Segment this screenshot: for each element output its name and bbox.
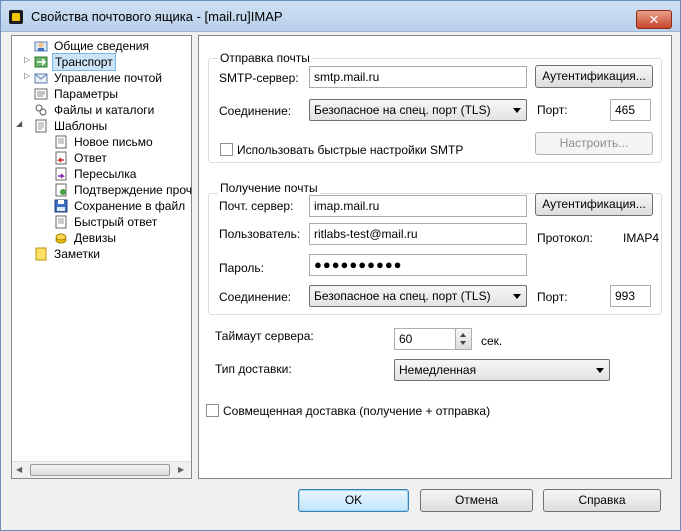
expand-arrow-icon[interactable]: ▷	[24, 72, 32, 80]
timeout-value: 60	[399, 332, 413, 346]
mail-server-input[interactable]: imap.mail.ru	[309, 195, 527, 217]
close-button[interactable]: ✕	[636, 10, 672, 29]
protocol-label: Протокол:	[537, 231, 593, 245]
expand-arrow-icon[interactable]: ▷	[24, 56, 32, 64]
tree-label: Параметры	[54, 87, 118, 101]
tree-horizontal-scrollbar[interactable]: ◀ ▶	[12, 461, 191, 478]
parameters-icon	[34, 88, 48, 100]
reply-icon	[55, 151, 67, 165]
password-label: Пароль:	[219, 261, 264, 275]
tree-label: Быстрый ответ	[74, 215, 158, 229]
coins-icon	[55, 233, 67, 244]
combined-delivery-checkbox[interactable]	[206, 404, 219, 417]
chevron-down-icon	[513, 108, 521, 113]
send-connection-select[interactable]: Безопасное на спец. порт (TLS)	[309, 99, 527, 121]
protocol-value: IMAP4	[623, 231, 660, 245]
chevron-down-icon	[513, 294, 521, 299]
receive-group-title: Получение почты	[218, 181, 320, 195]
configure-button[interactable]: Настроить...	[535, 132, 653, 155]
send-group-title: Отправка почты	[218, 51, 312, 65]
user-card-icon	[34, 41, 48, 52]
chevron-down-icon	[596, 368, 604, 373]
settings-panel: Отправка почты SMTP-сервер: smtp.mail.ru…	[198, 35, 672, 479]
help-button[interactable]: Справка	[543, 489, 661, 512]
password-input[interactable]: ●●●●●●●●●●	[309, 254, 527, 276]
confirmation-icon	[55, 183, 67, 197]
tree-label: Девизы	[74, 231, 117, 245]
tree-label: Подтверждение проч	[74, 183, 192, 197]
collapse-arrow-icon[interactable]: ◢	[16, 120, 24, 128]
timeout-label: Таймаут сервера:	[215, 329, 314, 343]
tree-label: Общие сведения	[54, 39, 149, 53]
tree-label: Заметки	[54, 247, 100, 261]
receive-port-input[interactable]: 993	[610, 285, 651, 307]
timeout-unit: сек.	[481, 334, 503, 348]
window-title: Свойства почтового ящика - [mail.ru]IMAP	[31, 9, 283, 24]
send-port-input[interactable]: 465	[610, 99, 651, 121]
user-input[interactable]: ritlabs-test@mail.ru	[309, 223, 527, 245]
user-label: Пользователь:	[219, 227, 301, 241]
quick-smtp-checkbox[interactable]	[220, 143, 233, 156]
timeout-spinner[interactable]	[455, 329, 471, 349]
delivery-type-select[interactable]: Немедленная	[394, 359, 610, 381]
spin-up-icon[interactable]	[460, 333, 466, 337]
scroll-thumb[interactable]	[30, 464, 170, 476]
files-folders-icon	[35, 104, 47, 116]
scroll-left-icon[interactable]: ◀	[16, 466, 24, 474]
delivery-type-label: Тип доставки:	[215, 362, 292, 376]
templates-icon	[35, 119, 47, 133]
receive-connection-value: Безопасное на спец. порт (TLS)	[314, 289, 491, 303]
notes-icon	[35, 247, 47, 261]
receive-connection-select[interactable]: Безопасное на спец. порт (TLS)	[309, 285, 527, 307]
floppy-disk-icon	[54, 199, 68, 213]
forward-icon	[55, 167, 67, 181]
tree-label: Управление почтой	[54, 71, 162, 85]
tree-label: Пересылка	[74, 167, 137, 181]
transport-icon	[34, 56, 48, 68]
send-port-label: Порт:	[537, 103, 568, 117]
scroll-right-icon[interactable]: ▶	[178, 466, 186, 474]
ok-button[interactable]: OK	[298, 489, 409, 512]
tree-label: Транспорт	[52, 53, 116, 71]
tree-label: Сохранение в файл	[74, 199, 186, 213]
spin-down-icon[interactable]	[460, 341, 466, 345]
receive-port-label: Порт:	[537, 290, 568, 304]
app-logo-icon	[9, 10, 23, 24]
timeout-input[interactable]: 60	[394, 328, 472, 350]
new-message-icon	[55, 135, 67, 149]
send-connection-label: Соединение:	[219, 104, 292, 118]
smtp-auth-button[interactable]: Аутентификация...	[535, 65, 653, 88]
tree-label: Новое письмо	[74, 135, 153, 149]
send-connection-value: Безопасное на спец. порт (TLS)	[314, 103, 491, 117]
mail-server-label: Почт. сервер:	[219, 199, 294, 213]
quick-reply-icon	[55, 215, 67, 229]
mail-management-icon	[34, 73, 48, 84]
quick-smtp-label: Использовать быстрые настройки SMTP	[237, 143, 464, 157]
combined-delivery-label: Совмещенная доставка (получение + отправ…	[223, 404, 491, 418]
smtp-server-input[interactable]: smtp.mail.ru	[309, 66, 527, 88]
title-bar: Свойства почтового ящика - [mail.ru]IMAP…	[1, 1, 680, 32]
delivery-type-value: Немедленная	[399, 363, 477, 377]
settings-tree: Общие сведения ▷ Транспорт ▷ Управление …	[11, 35, 192, 479]
tree-label: Шаблоны	[54, 119, 108, 133]
cancel-button[interactable]: Отмена	[420, 489, 533, 512]
properties-dialog: Свойства почтового ящика - [mail.ru]IMAP…	[0, 0, 681, 531]
receive-connection-label: Соединение:	[219, 290, 292, 304]
tree-label: Ответ	[74, 151, 107, 165]
smtp-server-label: SMTP-сервер:	[219, 71, 299, 85]
tree-label: Файлы и каталоги	[54, 103, 155, 117]
receive-auth-button[interactable]: Аутентификация...	[535, 193, 653, 216]
